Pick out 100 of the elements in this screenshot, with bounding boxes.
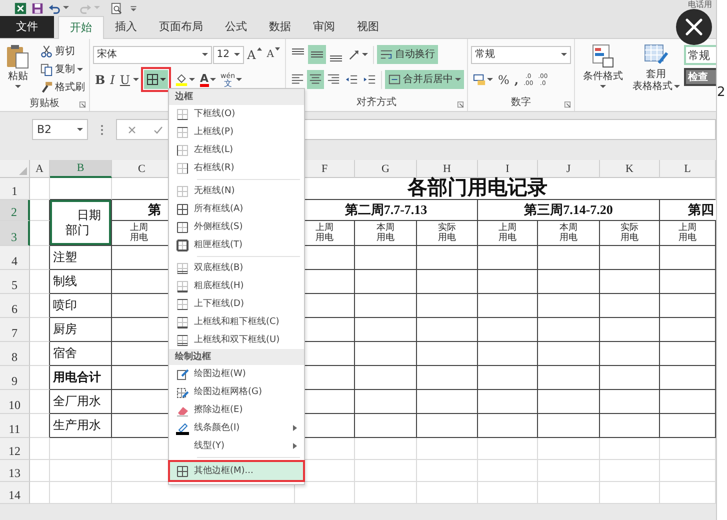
column-header[interactable]: J — [538, 160, 600, 178]
grid-cell[interactable] — [417, 390, 478, 414]
header-cell[interactable]: 日期 部门 — [50, 200, 112, 246]
font-name-field[interactable]: 宋体 — [93, 46, 212, 64]
grid-cell[interactable] — [355, 294, 417, 318]
column-header[interactable]: L — [660, 160, 716, 178]
row-header[interactable]: 13 — [0, 460, 30, 482]
menu-item[interactable]: 粗匣框线(T) — [170, 236, 303, 254]
ribbon-tab[interactable]: 公式 — [214, 16, 258, 38]
row-header[interactable]: 5 — [0, 270, 30, 294]
grid-cell[interactable] — [600, 390, 660, 414]
ribbon-tab[interactable]: 审阅 — [302, 16, 346, 38]
row-header[interactable]: 9 — [0, 366, 30, 390]
menu-item[interactable]: 左框线(L) — [170, 141, 303, 159]
menu-item[interactable]: 擦除边框(E) — [170, 401, 303, 419]
grid-cell[interactable] — [417, 414, 478, 438]
ribbon-tab[interactable]: 插入 — [104, 16, 148, 38]
cancel-icon[interactable] — [127, 124, 137, 134]
grid-cell[interactable] — [600, 342, 660, 366]
caret-icon[interactable] — [63, 6, 69, 10]
check-icon[interactable] — [153, 124, 163, 134]
save-icon[interactable] — [31, 2, 44, 14]
row-header[interactable]: 7 — [0, 318, 30, 342]
column-header[interactable]: K — [600, 160, 660, 178]
menu-item[interactable]: 外侧框线(S) — [170, 218, 303, 236]
grid-cell[interactable] — [600, 318, 660, 342]
paste-button[interactable]: 粘贴 — [3, 43, 33, 96]
row-header[interactable]: 3 — [0, 221, 30, 246]
grid-cell[interactable] — [538, 294, 600, 318]
italic-button[interactable]: I — [108, 70, 117, 89]
menu-item[interactable]: 线型(Y) — [170, 437, 303, 455]
font-size-field[interactable]: 12 — [212, 46, 244, 64]
grid-cell[interactable] — [538, 366, 600, 390]
ribbon-tab[interactable]: 视图 — [346, 16, 390, 38]
grid-cell[interactable] — [355, 318, 417, 342]
grid-cell[interactable] — [478, 414, 538, 438]
underline-button[interactable]: U — [118, 70, 132, 89]
print-preview-icon[interactable] — [110, 2, 123, 14]
number-format-field[interactable]: 常规 — [471, 46, 571, 64]
menu-item[interactable]: 上框线(P) — [170, 123, 303, 141]
ribbon-tab[interactable]: 数据 — [258, 16, 302, 38]
spreadsheet-icon[interactable] — [14, 2, 27, 14]
row-header[interactable]: 10 — [0, 390, 30, 414]
grid-cell[interactable] — [538, 270, 600, 294]
grid-cell[interactable] — [478, 318, 538, 342]
menu-item[interactable]: 下框线(O) — [170, 105, 303, 123]
format-painter-button[interactable]: 格式刷 — [39, 79, 86, 96]
dialog-launcher-icon[interactable] — [564, 101, 571, 108]
grid-cell[interactable] — [355, 366, 417, 390]
grid-cell[interactable] — [538, 390, 600, 414]
grid-cell[interactable] — [417, 294, 478, 318]
copy-button[interactable]: 复制 — [39, 61, 86, 78]
menu-item[interactable]: 粗底框线(H) — [170, 277, 303, 295]
percent-button[interactable]: % — [496, 70, 512, 89]
more-icon[interactable] — [100, 122, 104, 136]
row-header[interactable]: 11 — [0, 414, 30, 438]
shrink-font-button[interactable]: A — [264, 45, 282, 64]
menu-item[interactable]: 上框线和粗下框线(C) — [170, 313, 303, 331]
grid-cell[interactable] — [417, 342, 478, 366]
row-header[interactable]: 1 — [0, 178, 30, 200]
merge-center-button[interactable]: 合并后居中 — [385, 70, 464, 89]
cell-style-button[interactable]: 常规 — [684, 45, 718, 65]
column-header[interactable]: A — [30, 160, 50, 178]
grid-cell[interactable] — [355, 270, 417, 294]
ribbon-tab[interactable]: 页面布局 — [148, 16, 214, 38]
grid-cell[interactable] — [538, 414, 600, 438]
dialog-launcher-icon[interactable] — [79, 101, 86, 108]
comma-style-button[interactable]: , — [512, 70, 521, 89]
menu-item[interactable]: 绘图边框网格(G) — [170, 383, 303, 401]
menu-item[interactable]: 上框线和双下框线(U) — [170, 331, 303, 349]
row-header[interactable]: 14 — [0, 482, 30, 504]
menu-item[interactable]: 其他边框(M)... — [170, 462, 303, 480]
cut-button[interactable]: 剪切 — [39, 43, 86, 60]
grid-cell[interactable] — [478, 390, 538, 414]
name-box[interactable]: B2 — [32, 119, 88, 140]
grid-cell[interactable] — [417, 318, 478, 342]
menu-item[interactable]: 线条颜色(I) — [170, 419, 303, 437]
grid-cell[interactable] — [355, 342, 417, 366]
dialog-launcher-icon[interactable] — [457, 101, 464, 108]
grid-cell[interactable] — [355, 390, 417, 414]
grid-cell[interactable] — [600, 366, 660, 390]
grow-font-button[interactable]: A — [245, 45, 264, 64]
column-header[interactable]: I — [478, 160, 538, 178]
grid-cell[interactable] — [600, 270, 660, 294]
ribbon-tab[interactable]: 文件 — [0, 16, 54, 38]
grid-cell[interactable] — [538, 318, 600, 342]
menu-item[interactable]: 绘图边框(W) — [170, 365, 303, 383]
grid-cell[interactable] — [600, 294, 660, 318]
grid-cell[interactable] — [355, 414, 417, 438]
column-header[interactable]: G — [355, 160, 417, 178]
grid-cell[interactable] — [478, 270, 538, 294]
row-header[interactable]: 2 — [0, 200, 30, 221]
grid-cell[interactable] — [538, 342, 600, 366]
column-header[interactable]: H — [417, 160, 478, 178]
grid-cell[interactable] — [478, 342, 538, 366]
row-header[interactable]: 6 — [0, 294, 30, 318]
row-header[interactable]: 4 — [0, 246, 30, 270]
caret-icon[interactable] — [133, 78, 140, 82]
column-header[interactable]: B — [50, 160, 112, 178]
grid-cell[interactable] — [417, 366, 478, 390]
